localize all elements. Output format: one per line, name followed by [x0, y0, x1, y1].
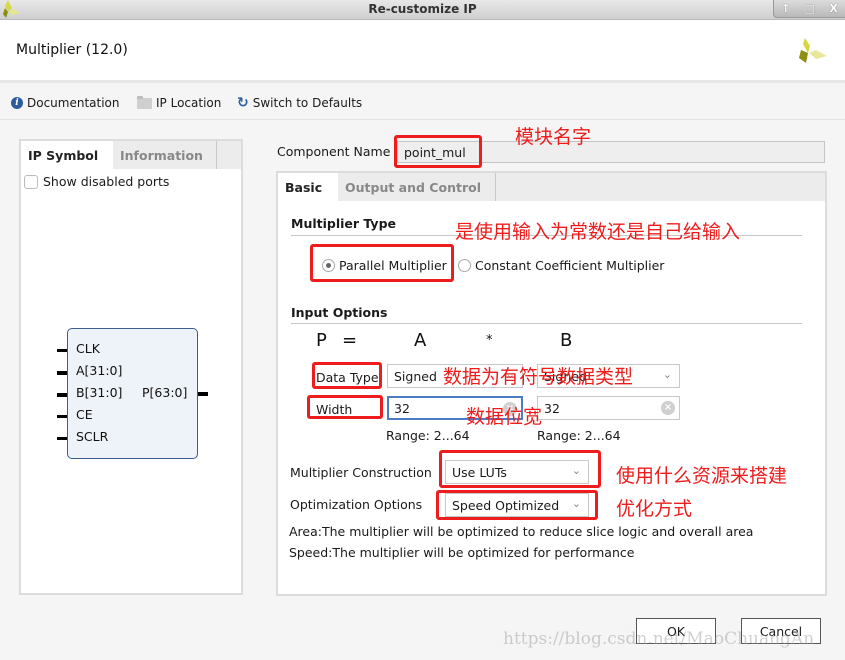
radio-parallel-multiplier[interactable]: Parallel Multiplier: [322, 258, 447, 273]
checkbox[interactable]: [24, 174, 38, 189]
optimization-label: Optimization Options: [290, 497, 423, 512]
equation-b: B: [560, 330, 573, 351]
ip-symbol-block: CLK A[31:0] B[31:0] CE SCLR P[63:0]: [67, 328, 198, 459]
section-divider: [291, 323, 802, 324]
pin-sclr: [57, 437, 67, 440]
chevron-down-icon: ⌄: [662, 368, 672, 381]
clear-icon[interactable]: ×: [661, 401, 675, 415]
chevron-down-icon: ⌄: [505, 368, 515, 381]
radio-unselected-icon[interactable]: [458, 259, 471, 272]
construction-value: Use LUTs: [452, 465, 507, 480]
window-controls: ↑ □ X: [773, 0, 845, 18]
port-clk: CLK: [76, 341, 100, 356]
component-name-input[interactable]: point_mul: [397, 141, 825, 163]
data-type-b-select[interactable]: Signed ⌄: [537, 364, 680, 388]
pin-ce: [57, 415, 67, 418]
port-ce: CE: [76, 407, 93, 422]
width-b-value: 32: [544, 401, 560, 416]
radio-parallel-label: Parallel Multiplier: [339, 258, 447, 273]
width-label: Width: [316, 402, 353, 417]
toolbar: i Documentation IP Location ↻ Switch to …: [0, 86, 845, 120]
data-type-b-value: Signed: [544, 369, 587, 384]
construction-select[interactable]: Use LUTs ⌄: [445, 460, 589, 484]
tab-information[interactable]: Information: [113, 141, 217, 169]
port-p: P[63:0]: [142, 385, 188, 400]
equation-p: P: [316, 330, 327, 351]
ip-location-button[interactable]: IP Location: [137, 95, 222, 110]
construction-label: Multiplier Construction: [290, 465, 432, 480]
equation-operator: *: [486, 333, 493, 348]
chevron-down-icon: ⌄: [571, 464, 581, 477]
config-panel: Basic Output and Control Multiplier Type…: [276, 171, 827, 596]
optimization-value: Speed Optimized: [452, 498, 560, 513]
tab-ip-symbol[interactable]: IP Symbol: [21, 141, 113, 169]
multiplier-type-title: Multiplier Type: [291, 216, 397, 231]
clear-icon[interactable]: ×: [503, 402, 517, 416]
refresh-icon: ↻: [237, 95, 249, 111]
equation-equals: =: [342, 330, 358, 351]
radio-constant-coefficient[interactable]: Constant Coefficient Multiplier: [458, 258, 664, 273]
width-a-input[interactable]: 32 ×: [387, 396, 523, 420]
data-type-a-value: Signed: [394, 369, 437, 384]
config-tabs: Basic Output and Control: [278, 173, 825, 201]
data-type-a-select[interactable]: Signed ⌄: [387, 364, 523, 388]
show-disabled-ports-label: Show disabled ports: [43, 174, 170, 189]
port-b: B[31:0]: [76, 385, 123, 400]
show-disabled-ports-checkbox[interactable]: Show disabled ports: [24, 174, 169, 189]
radio-selected-icon[interactable]: [322, 259, 335, 272]
left-tabs: IP Symbol Information: [21, 141, 241, 169]
folder-icon: [137, 95, 152, 109]
vivado-logo-icon: [799, 38, 827, 63]
optimization-select[interactable]: Speed Optimized ⌄: [445, 493, 589, 517]
pin-p: [198, 392, 208, 396]
window-title: Re-customize IP: [368, 2, 477, 16]
width-a-value: 32: [394, 401, 410, 416]
cancel-button[interactable]: Cancel: [741, 618, 821, 644]
documentation-label: Documentation: [27, 96, 120, 110]
equation-a: A: [414, 330, 427, 351]
tab-output-control[interactable]: Output and Control: [338, 173, 496, 201]
input-options-title: Input Options: [291, 305, 388, 320]
ip-title: Multiplier (12.0): [16, 42, 128, 58]
maximize-icon[interactable]: □: [805, 2, 815, 15]
port-sclr: SCLR: [76, 429, 109, 444]
window-titlebar: Re-customize IP ↑ □ X: [0, 0, 845, 20]
info-icon: i: [11, 97, 23, 109]
radio-constant-label: Constant Coefficient Multiplier: [475, 258, 665, 273]
tab-basic[interactable]: Basic: [278, 173, 338, 201]
data-type-label: Data Type: [316, 370, 379, 385]
pin-clk: [57, 349, 67, 352]
switch-defaults-button[interactable]: ↻ Switch to Defaults: [237, 96, 362, 110]
pin-a: [57, 371, 67, 375]
ip-location-label: IP Location: [156, 96, 222, 110]
width-b-input[interactable]: 32 ×: [537, 396, 680, 420]
chevron-down-icon: ⌄: [571, 497, 581, 510]
port-a: A[31:0]: [76, 363, 123, 378]
ok-button[interactable]: OK: [636, 618, 716, 644]
range-a: Range: 2...64: [386, 428, 470, 443]
close-icon[interactable]: X: [829, 2, 837, 15]
switch-defaults-label: Switch to Defaults: [252, 96, 363, 110]
speed-description: Speed:The multiplier will be optimized f…: [289, 545, 635, 560]
ip-header: Multiplier (12.0): [0, 20, 845, 83]
restore-icon[interactable]: ↑: [781, 2, 790, 15]
pin-b: [57, 393, 67, 397]
component-name-label: Component Name: [277, 144, 391, 159]
range-b: Range: 2...64: [537, 428, 621, 443]
ip-symbol-panel: IP Symbol Information Show disabled port…: [19, 139, 243, 595]
section-divider: [291, 235, 802, 236]
documentation-button[interactable]: i Documentation: [11, 96, 120, 110]
area-description: Area:The multiplier will be optimized to…: [289, 524, 754, 539]
